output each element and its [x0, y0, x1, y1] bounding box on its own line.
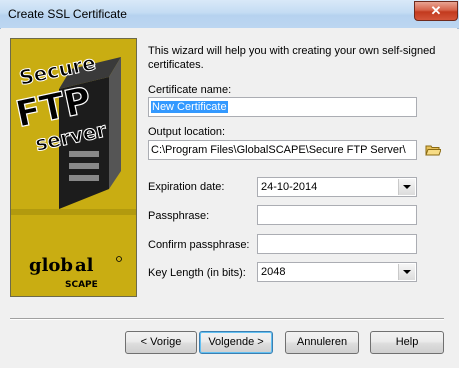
close-icon: ✕: [430, 3, 442, 18]
confirm-passphrase-label: Confirm passphrase:: [148, 239, 250, 251]
next-button[interactable]: Volgende >: [199, 331, 273, 354]
confirm-passphrase-input[interactable]: [257, 234, 417, 254]
expiration-date-value: 24-10-2014: [261, 181, 318, 193]
key-length-value: 2048: [261, 266, 286, 278]
close-button[interactable]: ✕: [414, 1, 458, 21]
window-title: Create SSL Certificate: [8, 7, 127, 21]
brand-glob-text: glob: [29, 255, 73, 276]
intro-text: This wizard will help you with creating …: [148, 45, 436, 71]
secure-ftp-server-logo: Secure FTP server glob al SCAPE: [11, 39, 136, 296]
brand-scape-text: SCAPE: [65, 280, 98, 290]
certificate-name-label: Certificate name:: [148, 84, 232, 96]
wizard-side-image: Secure FTP server glob al SCAPE: [10, 38, 137, 297]
title-bar[interactable]: Create SSL Certificate ✕: [0, 0, 459, 29]
output-location-input[interactable]: C:\Program Files\GlobalSCAPE\Secure FTP …: [148, 140, 417, 160]
output-location-label: Output location:: [148, 126, 226, 138]
chevron-down-icon[interactable]: [398, 264, 415, 280]
certificate-name-input[interactable]: New Certificate: [148, 97, 417, 117]
passphrase-input[interactable]: [257, 205, 417, 225]
key-length-select[interactable]: 2048: [257, 262, 417, 282]
expiration-date-picker[interactable]: 24-10-2014: [257, 177, 417, 197]
chevron-down-icon[interactable]: [398, 179, 415, 195]
back-button[interactable]: < Vorige: [125, 331, 197, 354]
folder-icon[interactable]: [425, 143, 441, 157]
certificate-name-value: New Certificate: [151, 101, 228, 113]
passphrase-label: Passphrase:: [148, 210, 210, 222]
brand-al-text: al: [75, 255, 94, 276]
key-length-label: Key Length (in bits):: [148, 267, 246, 279]
dialog-window: Create SSL Certificate ✕ Secure FTP serv…: [0, 0, 459, 368]
button-separator: [10, 318, 444, 320]
help-button[interactable]: Help: [370, 331, 444, 354]
cancel-button[interactable]: Annuleren: [285, 331, 359, 354]
expiration-date-label: Expiration date:: [148, 181, 225, 193]
